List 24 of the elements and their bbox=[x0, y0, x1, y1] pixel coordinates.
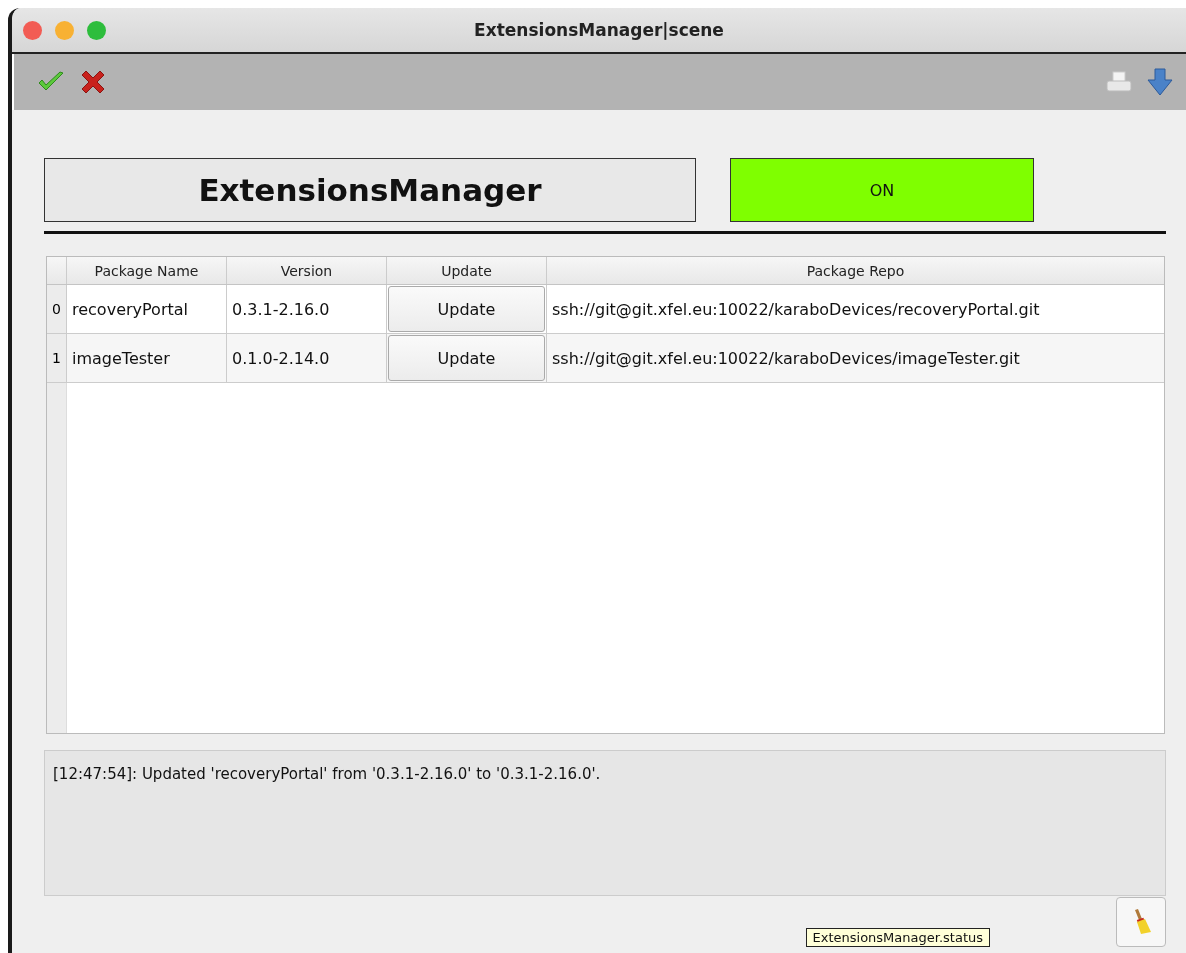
table-cell: 0.3.1-2.16.0 bbox=[227, 285, 387, 333]
state-indicator: ON bbox=[730, 158, 1034, 222]
minimize-button[interactable] bbox=[55, 20, 74, 40]
down-arrow-icon[interactable] bbox=[1146, 67, 1174, 97]
table-cell-text: ssh://git@git.xfel.eu:10022/karaboDevices/imageTester.git bbox=[551, 347, 1021, 370]
update-button[interactable]: Update bbox=[388, 286, 545, 332]
table-cell: imageTester bbox=[67, 334, 227, 382]
table-cell: recoveryPortal bbox=[67, 285, 227, 333]
window-title: ExtensionsManager|scene bbox=[474, 20, 724, 40]
tooltip: ExtensionsManager.status bbox=[805, 928, 990, 947]
clear-button[interactable] bbox=[1116, 897, 1166, 947]
table-cell: 0.1.0-2.14.0 bbox=[227, 334, 387, 382]
column-header[interactable]: Package Repo bbox=[547, 257, 1164, 284]
row-number: 0 bbox=[47, 285, 67, 333]
column-header[interactable]: Version bbox=[227, 257, 387, 284]
row-number: 1 bbox=[47, 334, 67, 382]
zoom-button[interactable] bbox=[87, 20, 106, 40]
column-header[interactable]: Package Name bbox=[67, 257, 227, 284]
table-cell-text: ssh://git@git.xfel.eu:10022/karaboDevices/recoveryPortal.git bbox=[551, 298, 1041, 321]
log-message: [12:47:54]: Updated 'recoveryPortal' from '0.3.1-2.16.0' to '0.3.1-2.16.0'. bbox=[53, 765, 601, 783]
close-button[interactable] bbox=[23, 20, 42, 40]
column-header[interactable]: Update bbox=[387, 257, 547, 284]
device-name-label: ExtensionsManager bbox=[44, 158, 696, 222]
update-button[interactable]: Update bbox=[388, 335, 545, 381]
